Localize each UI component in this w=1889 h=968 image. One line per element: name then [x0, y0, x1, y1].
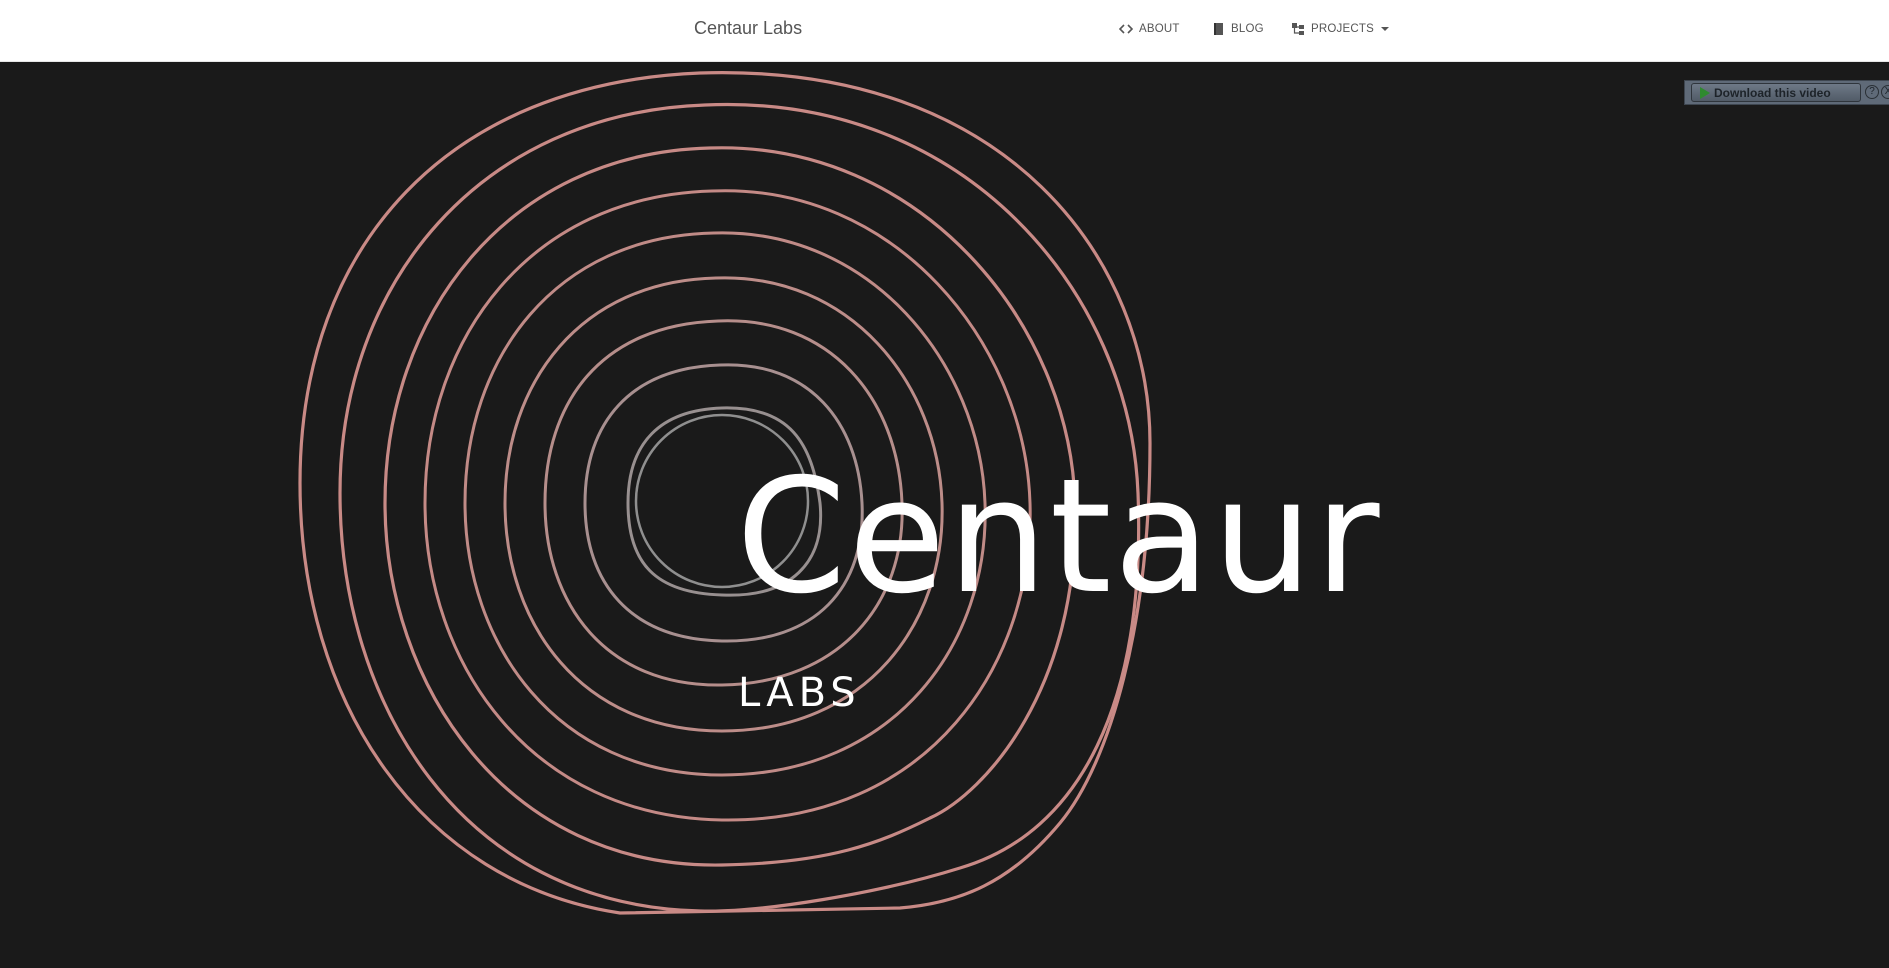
help-icon[interactable]: ? — [1865, 85, 1879, 99]
download-video-button[interactable]: Download this video — [1691, 83, 1861, 102]
nav-item-blog-label: BLOG — [1231, 23, 1264, 35]
brand-link[interactable]: Centaur Labs — [694, 18, 802, 39]
close-icon[interactable]: X — [1881, 85, 1889, 99]
logo-title: Centaur — [736, 445, 1382, 629]
download-video-label: Download this video — [1714, 85, 1831, 100]
code-icon — [1119, 24, 1133, 34]
sitemap-icon — [1292, 23, 1304, 35]
hero-video[interactable]: Centaur LABS — [0, 63, 1889, 968]
nav-item-blog[interactable]: BLOG — [1211, 21, 1264, 37]
nav-item-about-label: ABOUT — [1139, 23, 1180, 35]
nav-item-projects[interactable]: PROJECTS — [1291, 21, 1389, 37]
nav-item-projects-label: PROJECTS — [1311, 23, 1374, 35]
book-icon — [1214, 23, 1223, 35]
play-icon — [1700, 86, 1710, 99]
logo-subtitle: LABS — [738, 670, 861, 716]
chevron-down-icon — [1380, 27, 1389, 31]
download-video-bar: Download this video ? X — [1684, 80, 1889, 105]
top-navbar: Centaur Labs ABOUT BLOG PROJECTS — [0, 0, 1889, 62]
nav-item-about[interactable]: ABOUT — [1119, 21, 1180, 37]
